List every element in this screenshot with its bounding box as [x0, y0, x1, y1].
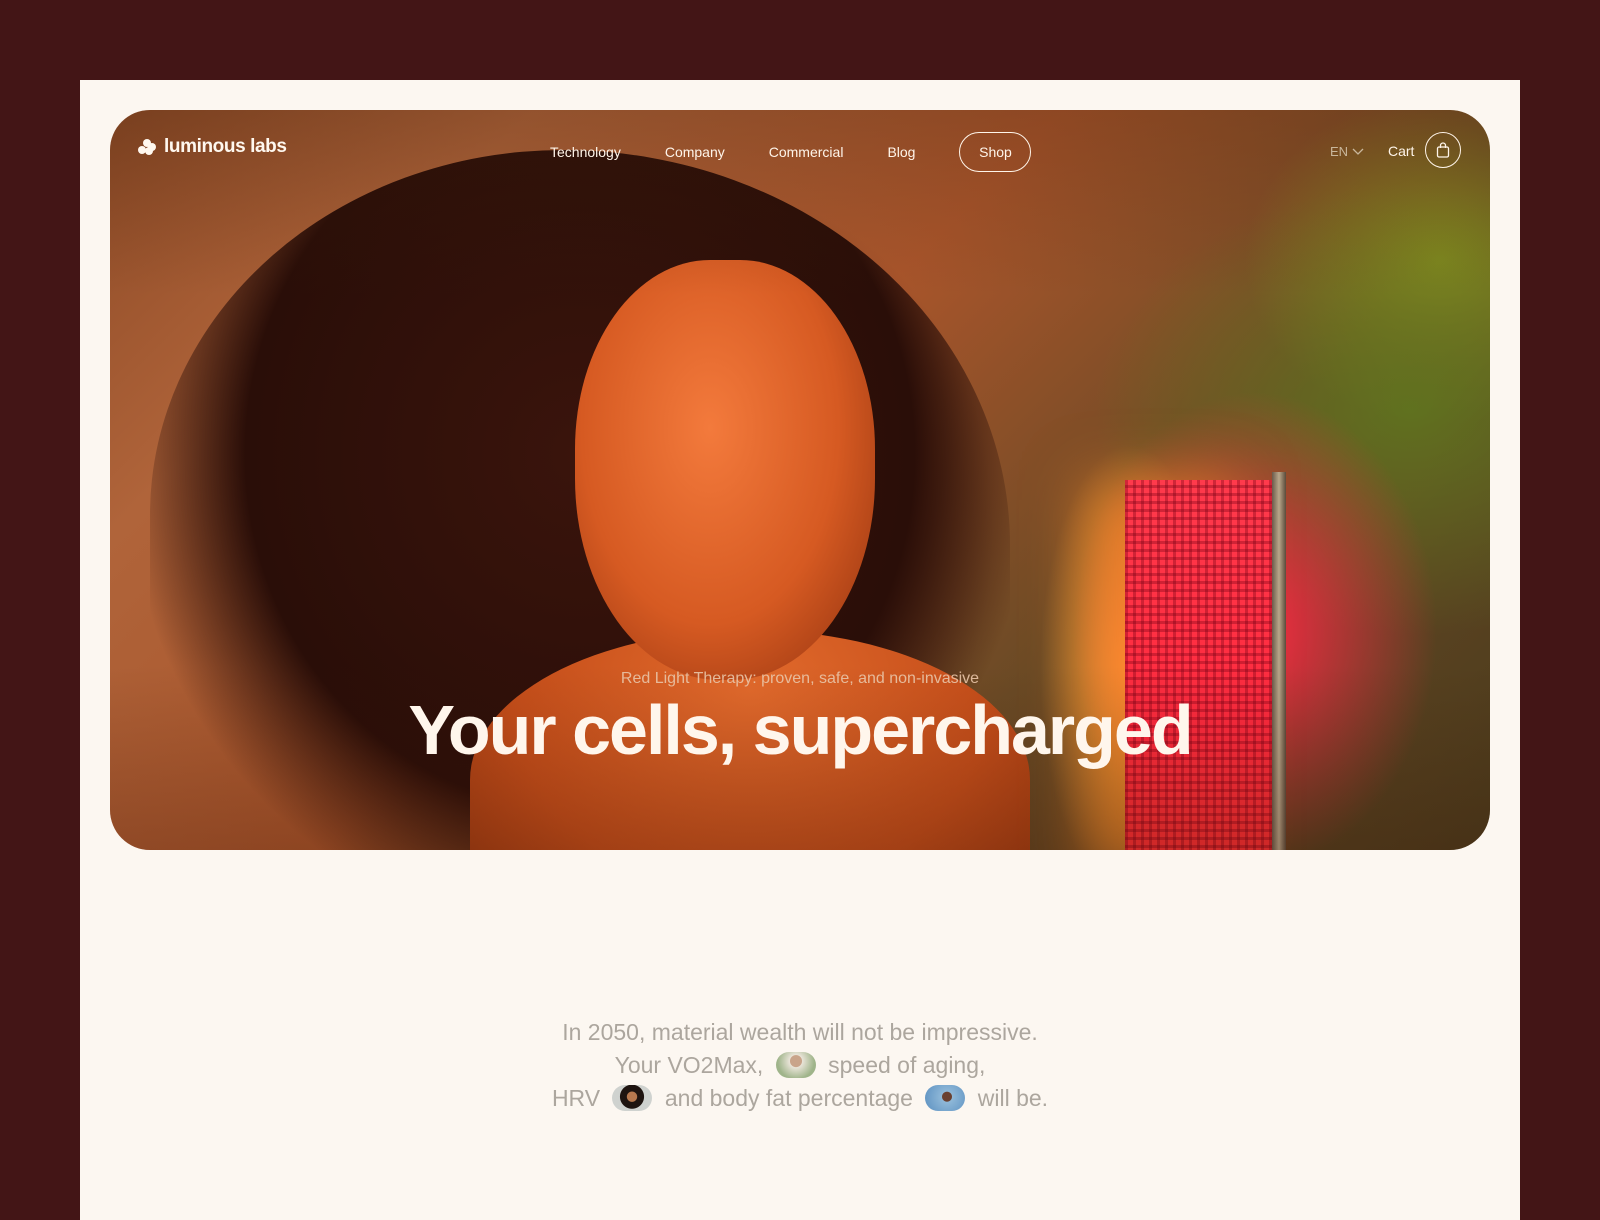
language-selector[interactable]: EN	[1330, 144, 1364, 159]
chevron-down-icon	[1352, 148, 1364, 155]
statement-text-3: HRV	[551, 1085, 601, 1111]
woman-outdoors-avatar	[775, 1052, 816, 1078]
nav-link-commercial[interactable]: Commercial	[769, 144, 844, 160]
hero-headline: Your cells, supercharged	[408, 691, 1193, 769]
nav-link-company[interactable]: Company	[665, 144, 725, 160]
top-nav: luminous labs Technology Company Commerc…	[110, 110, 1490, 190]
shop-button[interactable]: Shop	[959, 132, 1032, 172]
nav-links: Technology Company Commercial Blog Shop	[550, 132, 1032, 172]
curly-hair-woman-avatar	[612, 1085, 653, 1111]
tennis-player-avatar	[925, 1085, 966, 1111]
cart-button[interactable]	[1425, 132, 1461, 168]
language-label: EN	[1330, 144, 1349, 159]
page-panel: luminous labs Technology Company Commerc…	[80, 80, 1520, 1220]
nav-link-technology[interactable]: Technology	[550, 144, 621, 160]
statement-text-4: and body fat percentage	[664, 1085, 913, 1111]
nav-link-blog[interactable]: Blog	[887, 144, 915, 160]
statement-text-5: will be.	[977, 1085, 1049, 1111]
statement-text-2: speed of aging,	[828, 1052, 986, 1078]
logo[interactable]: luminous labs	[138, 136, 287, 158]
shopping-bag-icon	[1436, 142, 1450, 158]
cart-label[interactable]: Cart	[1388, 143, 1414, 159]
four-dots-cluster-icon	[138, 139, 156, 155]
hero-eyebrow: Red Light Therapy: proven, safe, and non…	[620, 670, 980, 687]
hero-section: luminous labs Technology Company Commerc…	[110, 110, 1490, 850]
logo-text: luminous labs	[164, 136, 287, 157]
mission-statement: In 2050, material wealth will not be imp…	[80, 1016, 1520, 1115]
